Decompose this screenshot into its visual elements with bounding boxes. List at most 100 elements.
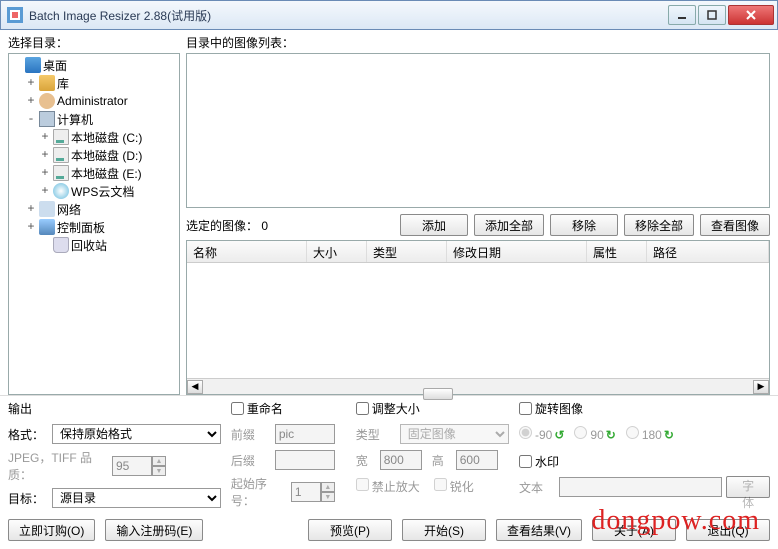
maximize-button[interactable] (698, 5, 726, 25)
expand-icon[interactable]: + (39, 184, 51, 198)
cloud-icon (53, 183, 69, 199)
expand-icon[interactable]: + (39, 166, 51, 180)
suffix-input (275, 450, 335, 470)
directory-tree[interactable]: +桌面 +库 +Administrator -计算机 +本地磁盘 (C:) +本… (8, 53, 180, 395)
quality-label: JPEG，TIFF 品质： (8, 449, 108, 483)
about-button[interactable]: 关于(A) (592, 519, 676, 541)
add-button[interactable]: 添加 (400, 214, 468, 236)
tree-node-control-panel[interactable]: +控制面板 (9, 218, 179, 236)
seq-down: ▼ (321, 492, 335, 502)
resize-checkbox[interactable] (356, 402, 369, 415)
tree-node-disk-c[interactable]: +本地磁盘 (C:) (9, 128, 179, 146)
width-input (380, 450, 422, 470)
watermark-label: 水印 (535, 453, 559, 470)
tree-node-wps[interactable]: +WPS云文档 (9, 182, 179, 200)
rotate-90-radio (574, 426, 587, 439)
wm-text-label: 文本 (519, 479, 555, 496)
tree-node-administrator[interactable]: +Administrator (9, 92, 179, 110)
rotate-180-icon: ↻ (664, 428, 674, 442)
window-title: Batch Image Resizer 2.88(试用版) (29, 7, 668, 24)
user-icon (39, 93, 55, 109)
preview-button[interactable]: 预览(P) (308, 519, 392, 541)
selected-table: 名称 大小 类型 修改日期 属性 路径 ◀ ▶ (186, 240, 770, 395)
start-button[interactable]: 开始(S) (402, 519, 486, 541)
image-list-box[interactable] (186, 53, 770, 208)
tree-node-desktop[interactable]: +桌面 (9, 56, 179, 74)
target-select[interactable]: 源目录 (52, 488, 221, 508)
quality-input (112, 456, 152, 476)
prefix-input (275, 424, 335, 444)
rotate-90-option: 90↻ (574, 426, 615, 442)
col-type[interactable]: 类型 (367, 241, 447, 262)
exit-button[interactable]: 退出(Q) (686, 519, 770, 541)
expand-icon[interactable]: + (25, 220, 37, 234)
prefix-label: 前缀 (231, 426, 271, 443)
tree-node-network[interactable]: +网络 (9, 200, 179, 218)
col-path[interactable]: 路径 (647, 241, 769, 262)
tree-node-library[interactable]: +库 (9, 74, 179, 92)
format-select[interactable]: 保持原始格式 (52, 424, 221, 444)
disk-icon (53, 129, 69, 145)
tree-node-disk-d[interactable]: +本地磁盘 (D:) (9, 146, 179, 164)
col-modified[interactable]: 修改日期 (447, 241, 587, 262)
remove-button[interactable]: 移除 (550, 214, 618, 236)
selected-count-label: 选定的图像： 0 (186, 217, 268, 234)
close-button[interactable] (728, 5, 774, 25)
minimize-button[interactable] (668, 5, 696, 25)
height-input (456, 450, 498, 470)
quality-up: ▲ (152, 456, 166, 466)
seq-up: ▲ (321, 482, 335, 492)
expand-icon[interactable]: + (25, 76, 37, 90)
table-body[interactable] (187, 263, 769, 378)
font-button: 字体 (726, 476, 770, 498)
type-label: 类型 (356, 426, 396, 443)
seq-input (291, 482, 321, 502)
view-result-button[interactable]: 查看结果(V) (496, 519, 582, 541)
sharpen-option: 锐化 (434, 478, 474, 495)
expand-icon[interactable]: + (39, 148, 51, 162)
target-label: 目标： (8, 490, 48, 507)
rename-label: 重命名 (247, 400, 283, 417)
expand-icon[interactable]: + (25, 202, 37, 216)
output-label: 输出 (8, 400, 221, 417)
order-now-button[interactable]: 立即订购(O) (8, 519, 95, 541)
horizontal-scrollbar[interactable]: ◀ ▶ (187, 378, 769, 394)
choose-dir-label: 选择目录： (8, 34, 180, 51)
rotate-checkbox[interactable] (519, 402, 532, 415)
scroll-thumb[interactable] (423, 388, 453, 400)
enter-reg-button[interactable]: 输入注册码(E) (105, 519, 203, 541)
tree-node-disk-e[interactable]: +本地磁盘 (E:) (9, 164, 179, 182)
rename-checkbox[interactable] (231, 402, 244, 415)
network-icon (39, 201, 55, 217)
table-header: 名称 大小 类型 修改日期 属性 路径 (187, 241, 769, 263)
seq-label: 起始序号： (231, 475, 287, 509)
expand-icon[interactable]: + (39, 130, 51, 144)
scroll-right-icon[interactable]: ▶ (753, 380, 769, 394)
remove-all-button[interactable]: 移除全部 (624, 214, 694, 236)
format-label: 格式： (8, 426, 48, 443)
no-enlarge-checkbox (356, 478, 369, 491)
rotate-180-radio (626, 426, 639, 439)
expand-icon[interactable]: + (25, 94, 37, 108)
app-icon (7, 7, 23, 23)
sharpen-checkbox (434, 478, 447, 491)
scroll-left-icon[interactable]: ◀ (187, 380, 203, 394)
col-attr[interactable]: 属性 (587, 241, 647, 262)
collapse-icon[interactable]: - (25, 112, 37, 126)
suffix-label: 后缀 (231, 452, 271, 469)
disk-icon (53, 147, 69, 163)
view-image-button[interactable]: 查看图像 (700, 214, 770, 236)
watermark-checkbox[interactable] (519, 455, 532, 468)
quality-down: ▼ (152, 466, 166, 476)
rotate-m90-radio (519, 426, 532, 439)
col-size[interactable]: 大小 (307, 241, 367, 262)
resize-label: 调整大小 (372, 400, 420, 417)
rotate-label: 旋转图像 (535, 400, 583, 417)
tree-node-computer[interactable]: -计算机 (9, 110, 179, 128)
add-all-button[interactable]: 添加全部 (474, 214, 544, 236)
col-name[interactable]: 名称 (187, 241, 307, 262)
tree-node-recycle-bin[interactable]: +回收站 (9, 236, 179, 254)
rotate-m90-option: -90↺ (519, 426, 564, 442)
desktop-icon (25, 57, 41, 73)
rotate-180-option: 180↻ (626, 426, 674, 442)
